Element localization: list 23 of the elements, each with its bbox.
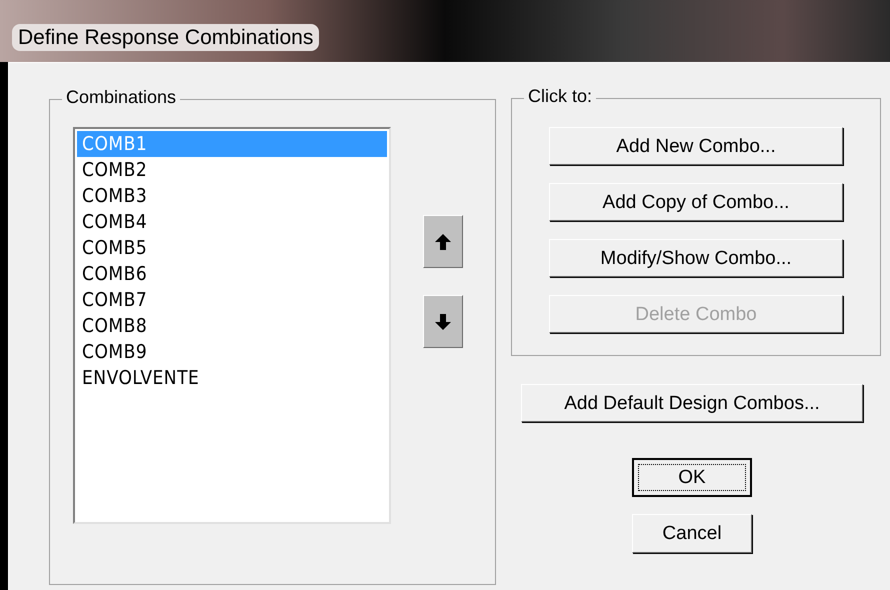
list-item[interactable]: COMB3 — [77, 183, 387, 209]
list-item[interactable]: COMB4 — [77, 209, 387, 235]
list-item[interactable]: COMB2 — [77, 157, 387, 183]
move-down-button[interactable] — [423, 295, 463, 348]
dialog-button[interactable]: OK — [632, 458, 752, 497]
add-default-combos-button[interactable]: Add Default Design Combos... — [521, 384, 863, 422]
list-item[interactable]: COMB7 — [77, 287, 387, 313]
window-title: Define Response Combinations — [12, 24, 320, 51]
list-item[interactable]: COMB6 — [77, 261, 387, 287]
arrow-up-icon — [434, 232, 452, 250]
dialog-button[interactable]: Cancel — [632, 514, 752, 553]
action-button[interactable]: Add Copy of Combo... — [549, 183, 843, 221]
list-item[interactable]: COMB8 — [77, 313, 387, 339]
list-item[interactable]: ENVOLVENTE — [77, 365, 387, 391]
group-label: Click to: — [524, 87, 596, 105]
list-item[interactable]: COMB9 — [77, 339, 387, 365]
combinations-list[interactable]: COMB1 COMB2 COMB3 COMB4 COMB5 COMB6 COMB7 COMB8 COMB9 ENVOLVENTE — [73, 127, 391, 524]
action-button[interactable]: Add New Combo... — [549, 127, 843, 165]
move-up-button[interactable] — [423, 215, 463, 268]
list-item[interactable]: COMB5 — [77, 235, 387, 261]
arrow-down-icon — [434, 312, 452, 330]
group-label: Combinations — [62, 88, 180, 106]
action-button[interactable]: Modify/Show Combo... — [549, 239, 843, 277]
